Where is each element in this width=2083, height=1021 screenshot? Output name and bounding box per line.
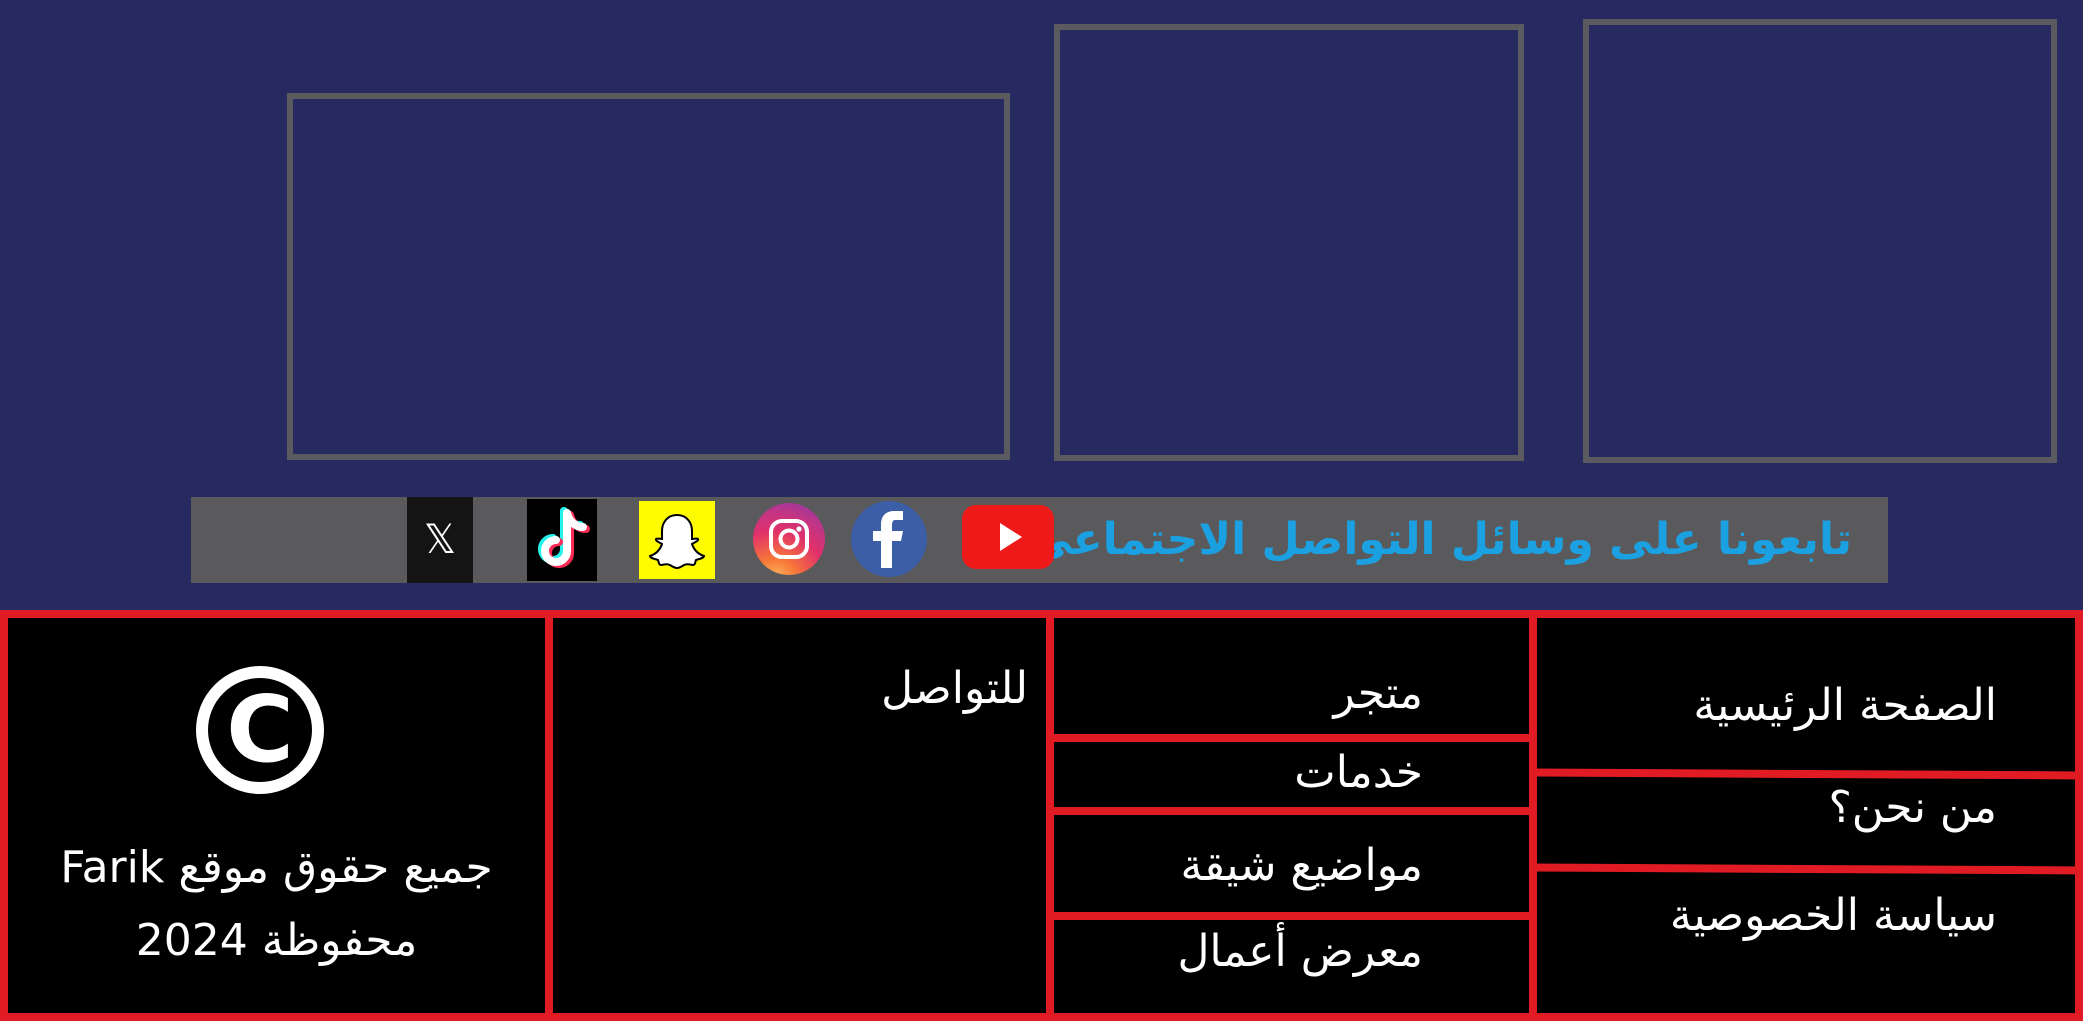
instagram-icon[interactable] — [753, 503, 825, 575]
social-heading: تابعونا على وسائل التواصل الاجتماعي — [1028, 514, 1852, 565]
image-placeholder-3 — [1583, 19, 2057, 463]
youtube-icon[interactable] — [962, 505, 1054, 569]
image-placeholder-1 — [287, 93, 1010, 460]
copyright-icon: C — [196, 666, 324, 794]
footer-border-bottom — [0, 1013, 2083, 1021]
footer-link-privacy[interactable]: سياسة الخصوصية — [1670, 890, 1997, 943]
copyright-line-1: جميع حقوق موقع Farik — [60, 842, 493, 893]
tiktok-icon[interactable] — [527, 499, 597, 581]
footer-row-divider — [1050, 912, 1530, 920]
footer-row-divider — [1050, 734, 1530, 742]
snapchat-icon[interactable] — [639, 501, 715, 579]
footer-row-divider — [1050, 807, 1530, 815]
footer-row-divider — [1532, 768, 2083, 780]
footer-contact-label[interactable]: للتواصل — [881, 663, 1028, 716]
footer-link-about[interactable]: من نحن؟ — [1828, 782, 1997, 835]
footer-link-store[interactable]: متجر — [1333, 668, 1423, 721]
copyright-line-2: محفوظة 2024 — [135, 915, 418, 966]
copyright-letter: C — [226, 676, 294, 783]
social-media-bar: تابعونا على وسائل التواصل الاجتماعي 𝕏 — [191, 497, 1888, 583]
footer-column-divider — [1529, 610, 1537, 1021]
footer-link-services[interactable]: خدمات — [1294, 747, 1423, 800]
footer-link-portfolio[interactable]: معرض أعمال — [1177, 926, 1423, 979]
footer-column-divider — [545, 610, 553, 1021]
footer-row-divider — [1532, 863, 2083, 875]
footer-link-home[interactable]: الصفحة الرئيسية — [1693, 680, 1997, 733]
x-icon[interactable]: 𝕏 — [407, 497, 473, 583]
footer-column-divider — [1046, 610, 1054, 1021]
footer-border-left — [0, 610, 8, 1021]
x-glyph: 𝕏 — [423, 517, 457, 563]
footer-border-right — [2075, 610, 2083, 1021]
facebook-icon[interactable] — [851, 501, 927, 577]
image-placeholder-2 — [1054, 24, 1524, 461]
footer-border-top — [0, 610, 2083, 618]
footer-link-topics[interactable]: مواضيع شيقة — [1180, 840, 1423, 893]
site-footer: الصفحة الرئيسية من نحن؟ سياسة الخصوصية م… — [0, 610, 2083, 1021]
